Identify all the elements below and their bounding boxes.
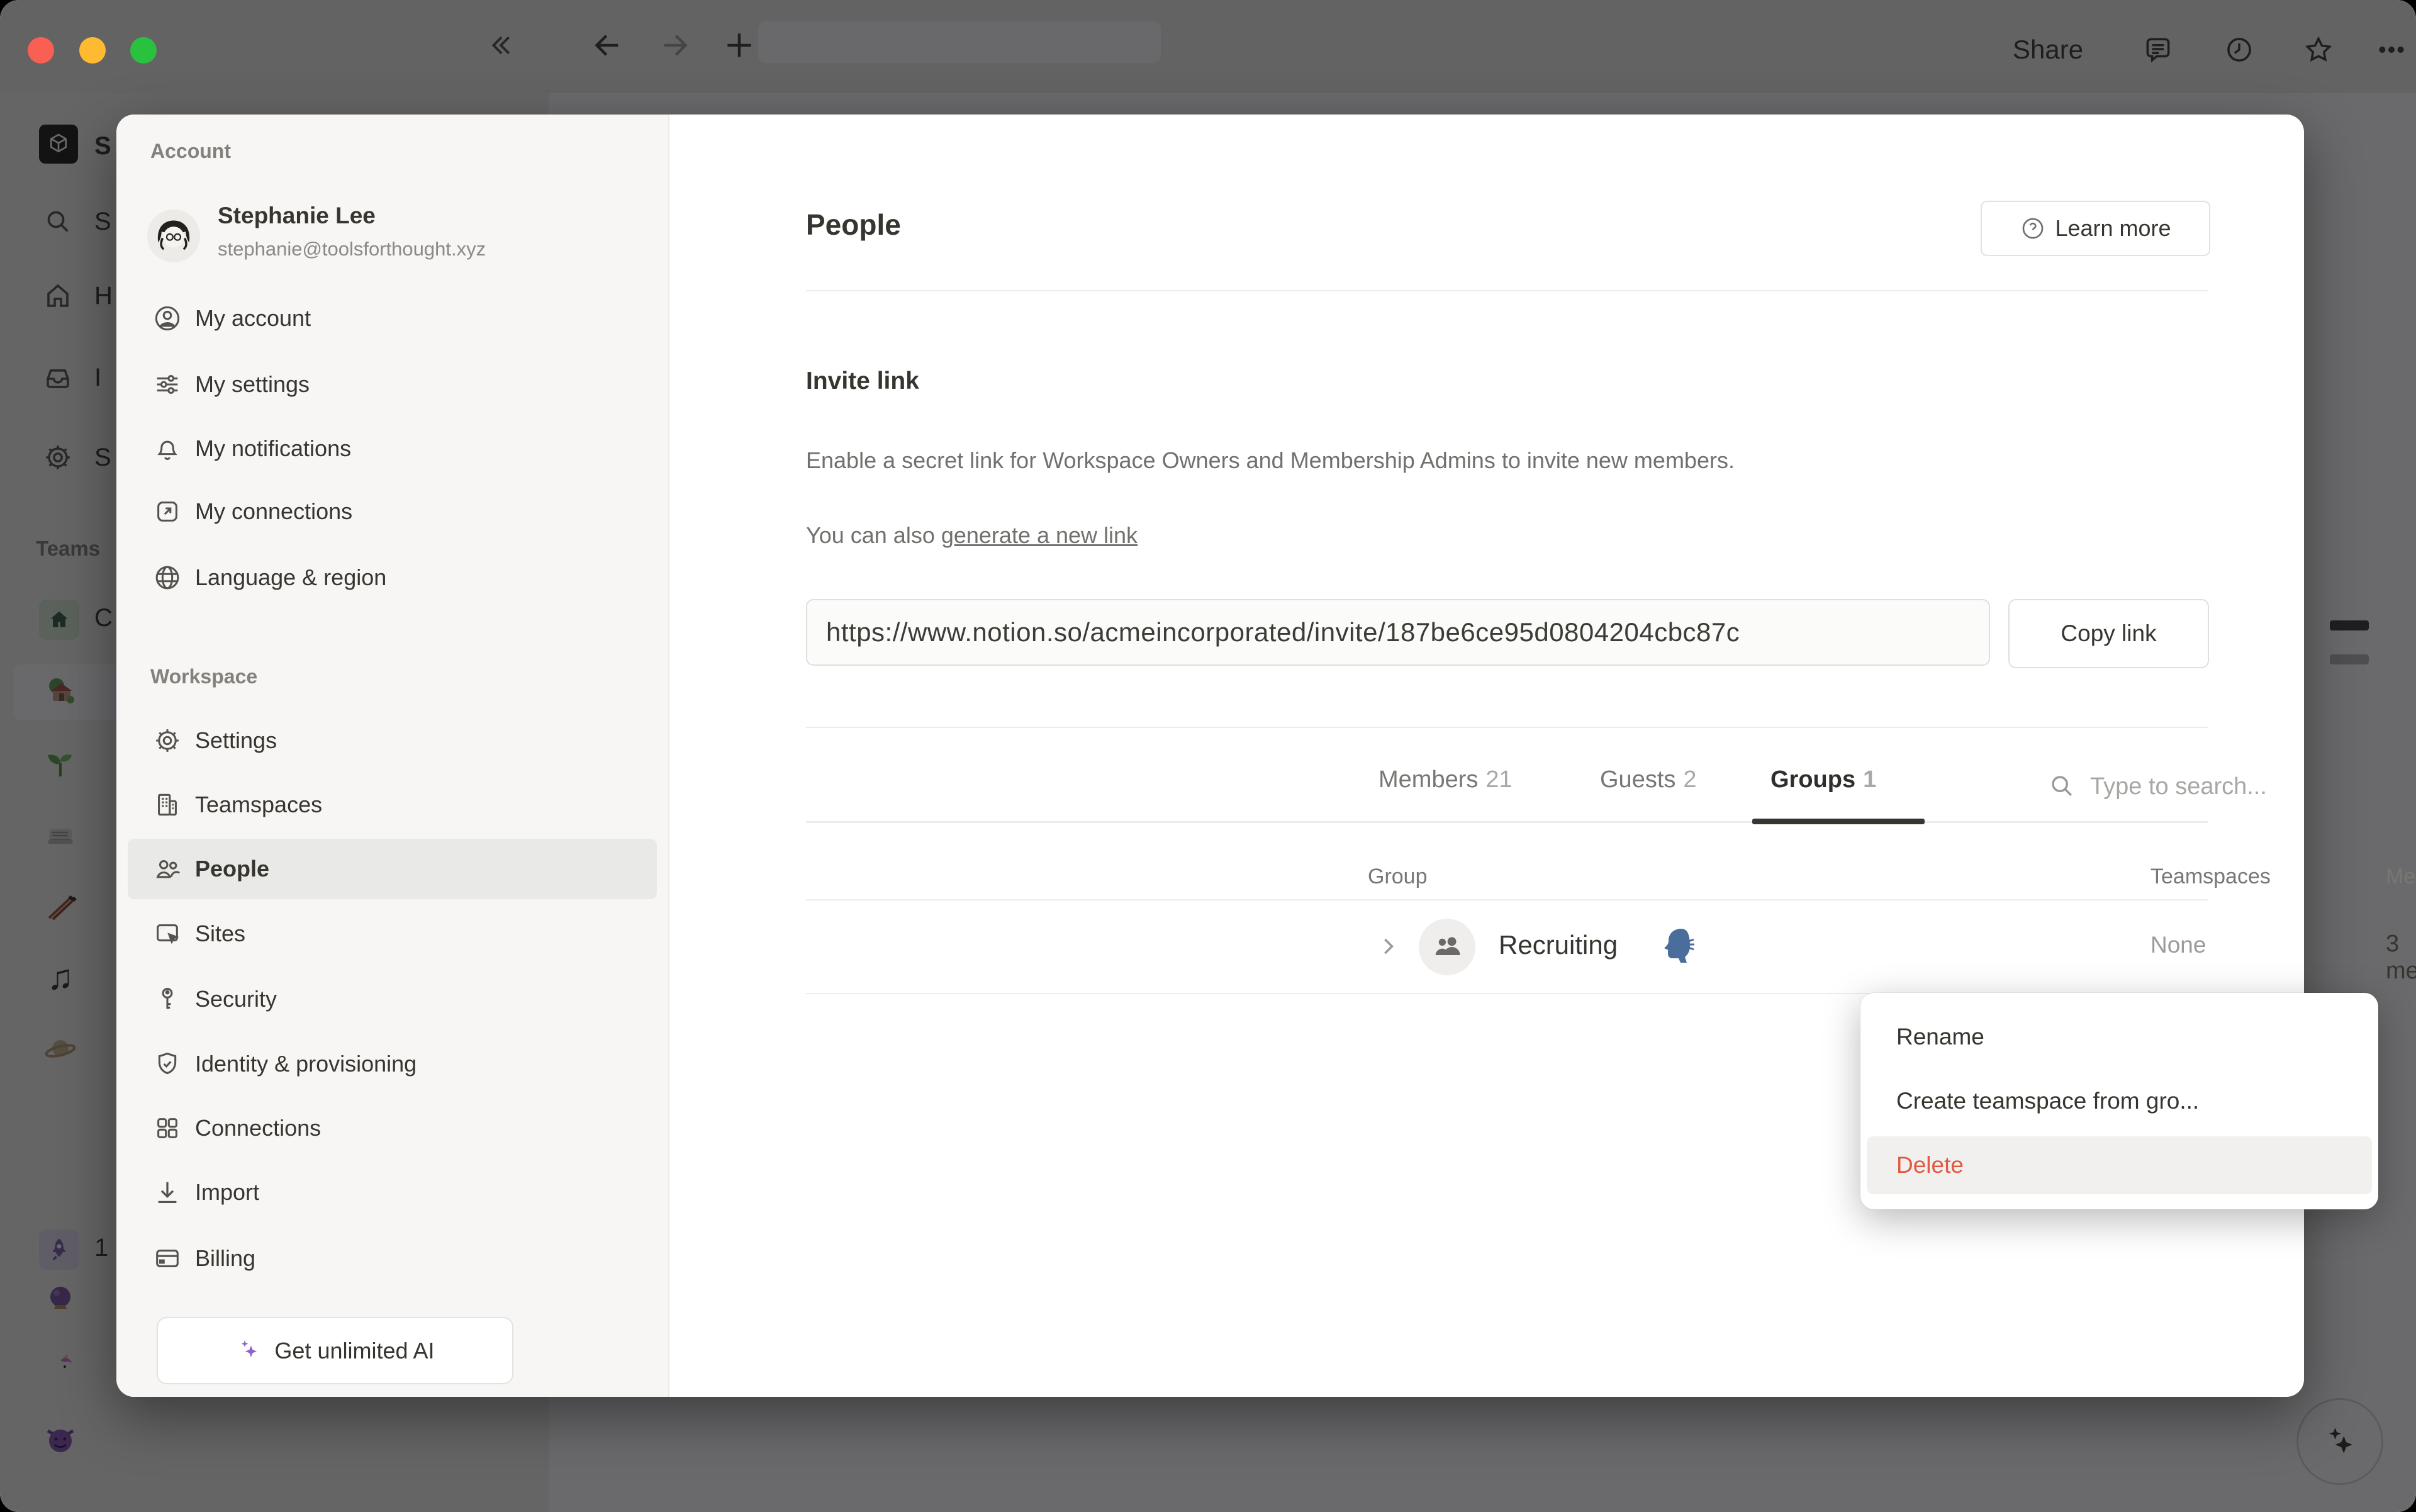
group-avatar <box>1419 919 1475 975</box>
expand-chevron-icon[interactable] <box>1374 932 1402 960</box>
generate-new-link[interactable]: generate a new link <box>941 522 1138 548</box>
minimize-window-button[interactable] <box>79 37 106 64</box>
sidebar-item-import[interactable]: Import <box>128 1162 657 1223</box>
globe-icon <box>153 563 182 592</box>
people-icon <box>153 854 182 883</box>
user-email: stephanie@toolsforthought.xyz <box>218 238 486 260</box>
invite-link-description: Enable a secret link for Workspace Owner… <box>806 442 1844 478</box>
app-window: Share S S H I S Teams <box>0 0 2416 1512</box>
copy-link-button[interactable]: Copy link <box>2008 599 2209 668</box>
sidebar-item-my-notifications[interactable]: My notifications <box>128 418 657 479</box>
grid-icon <box>153 1114 182 1143</box>
avatar <box>147 210 200 262</box>
bell-icon <box>153 434 182 463</box>
group-teamspaces-value: None <box>2150 932 2206 958</box>
credit-card-icon <box>153 1244 182 1273</box>
arrow-out-box-icon <box>153 497 182 526</box>
sidebar-item-connections[interactable]: Connections <box>128 1098 657 1158</box>
menu-item-delete[interactable]: Delete <box>1867 1136 2372 1194</box>
sidebar-item-settings[interactable]: Settings <box>128 710 657 771</box>
workspace-section-label: Workspace <box>150 665 257 688</box>
speaking-head-emoji <box>1656 925 1697 966</box>
generate-link-line: You can also generate a new link <box>806 522 1138 549</box>
active-tab-underline <box>1752 819 1925 824</box>
import-arrow-icon <box>153 1178 182 1207</box>
get-unlimited-ai-button[interactable]: Get unlimited AI <box>157 1317 513 1384</box>
sidebar-item-my-settings[interactable]: My settings <box>128 354 657 415</box>
sidebar-item-people[interactable]: People <box>128 839 657 899</box>
sidebar-item-billing[interactable]: Billing <box>128 1228 657 1289</box>
group-context-menu: Rename Create teamspace from gro... Dele… <box>1860 993 2378 1209</box>
person-circle-icon <box>153 304 182 333</box>
tab-members[interactable]: Members21 <box>1379 766 1513 793</box>
account-section-label: Account <box>150 140 231 163</box>
divider <box>806 290 2208 291</box>
settings-sidebar: Account Stephanie Lee stephanie@toolsfor… <box>116 115 669 1397</box>
group-members-value[interactable]: 3 members <box>2386 931 2416 985</box>
user-name: Stephanie Lee <box>218 203 376 229</box>
group-name[interactable]: Recruiting <box>1499 930 1618 960</box>
column-header-group: Group <box>1368 865 1428 889</box>
invite-url-field[interactable] <box>806 599 1990 666</box>
page-title: People <box>806 208 901 242</box>
gear-icon <box>153 726 182 755</box>
column-header-teamspaces: Teamspaces <box>2150 865 2271 889</box>
menu-item-create-teamspace[interactable]: Create teamspace from gro... <box>1867 1072 2372 1130</box>
tab-guests[interactable]: Guests2 <box>1600 766 1697 793</box>
search-icon <box>2047 771 2076 800</box>
building-icon <box>153 790 182 819</box>
sidebar-item-teamspaces[interactable]: Teamspaces <box>128 775 657 835</box>
menu-item-rename[interactable]: Rename <box>1867 1008 2372 1066</box>
sliders-icon <box>153 370 182 399</box>
column-header-members: Members <box>2386 865 2416 889</box>
search-input[interactable] <box>2089 763 2416 810</box>
sidebar-item-my-account[interactable]: My account <box>128 288 657 349</box>
invite-link-heading: Invite link <box>806 367 919 395</box>
sidebar-item-language-region[interactable]: Language & region <box>128 547 657 608</box>
learn-more-button[interactable]: Learn more <box>1981 201 2210 256</box>
help-question-icon <box>2020 215 2046 242</box>
zoom-window-button[interactable] <box>130 37 157 64</box>
key-icon <box>153 985 182 1014</box>
sidebar-item-sites[interactable]: Sites <box>128 904 657 964</box>
browser-icon <box>153 919 182 948</box>
get-unlimited-ai-label: Get unlimited AI <box>274 1338 434 1364</box>
tabs-divider <box>806 821 2208 823</box>
divider <box>806 727 2208 728</box>
sidebar-item-security[interactable]: Security <box>128 969 657 1029</box>
sidebar-item-my-connections[interactable]: My connections <box>128 481 657 542</box>
tab-groups[interactable]: Groups1 <box>1770 766 1876 793</box>
sidebar-item-identity-provisioning[interactable]: Identity & provisioning <box>128 1034 657 1094</box>
close-window-button[interactable] <box>28 37 54 64</box>
sparkles-icon <box>235 1337 263 1365</box>
shield-check-icon <box>153 1050 182 1078</box>
header-divider <box>806 899 2208 900</box>
